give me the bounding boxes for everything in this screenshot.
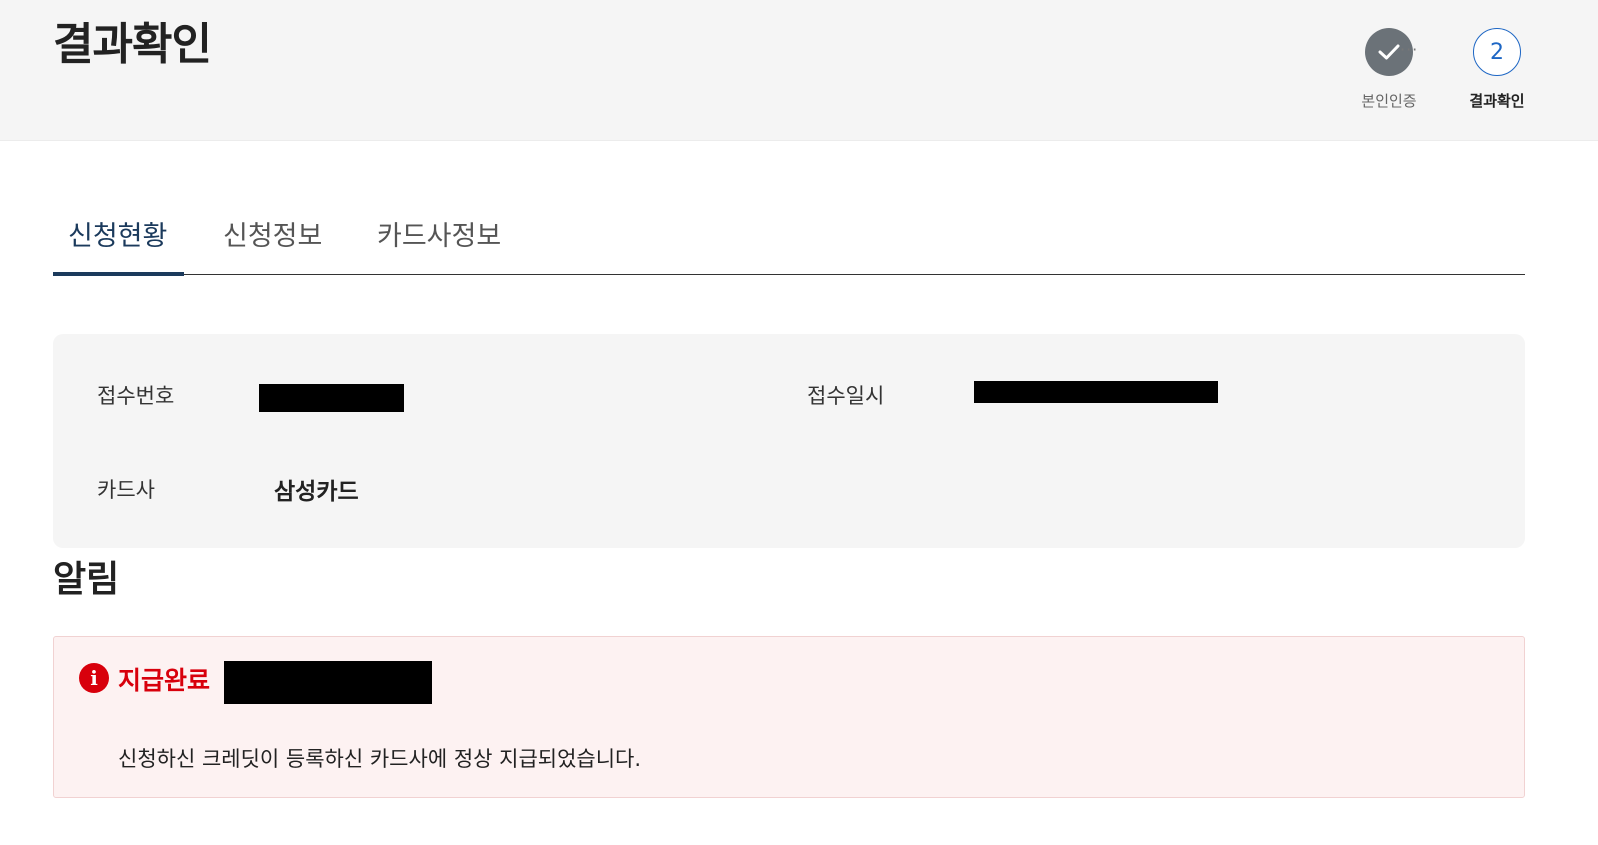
step-separator: ··· [1400, 40, 1419, 59]
receipt-datetime-label: 접수일시 [807, 384, 885, 408]
step-identity-verification: 본인인증 [1334, 28, 1444, 111]
application-summary: 접수번호 접수일시 카드사 삼성카드 [53, 334, 1525, 548]
receipt-datetime-redacted [974, 381, 1218, 403]
active-tab-indicator [53, 272, 184, 276]
step-label: 본인인증 [1361, 92, 1417, 110]
tab-card-company-info[interactable]: 카드사정보 [377, 214, 501, 253]
step-number-badge: 2 [1473, 28, 1521, 76]
page-header: 결과확인 본인인증 ··· 2 결과확인 [0, 0, 1598, 141]
card-company-label: 카드사 [97, 478, 155, 502]
alert-amount-redacted [224, 661, 432, 704]
receipt-number-label: 접수번호 [97, 384, 175, 408]
receipt-number-redacted [259, 384, 404, 412]
page-title: 결과확인 [53, 19, 212, 70]
step-label: 결과확인 [1469, 92, 1525, 110]
tab-bar: 신청현황 신청정보 카드사정보 [53, 200, 1525, 276]
payment-status-alert: i 지급완료 신청하신 크레딧이 등록하신 카드사에 정상 지급되었습니다. [53, 636, 1525, 798]
card-company-value: 삼성카드 [274, 479, 359, 505]
check-icon [1378, 44, 1400, 60]
alert-message: 신청하신 크레딧이 등록하신 카드사에 정상 지급되었습니다. [118, 747, 642, 771]
tab-application-info[interactable]: 신청정보 [223, 214, 322, 253]
tab-application-status[interactable]: 신청현황 [68, 214, 167, 253]
alert-status-title: 지급완료 [118, 666, 211, 695]
progress-stepper: 본인인증 ··· 2 결과확인 [1361, 28, 1552, 118]
notice-heading: 알림 [53, 559, 120, 600]
info-icon: i [79, 663, 109, 693]
step-result-check: 2 결과확인 [1442, 28, 1552, 111]
